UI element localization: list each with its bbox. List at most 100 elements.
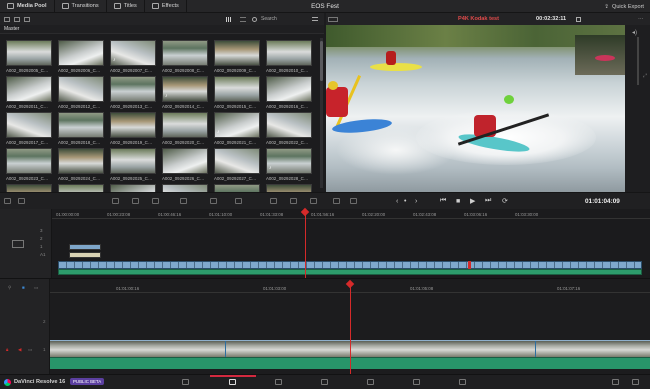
zoom-icon[interactable]: ▭: [34, 285, 38, 291]
list-view-icon[interactable]: [240, 16, 246, 22]
clip-thumbnail[interactable]: A002_09292009_C…: [214, 40, 260, 75]
grid-view-icon[interactable]: [226, 16, 232, 22]
clip-thumbnail[interactable]: A002_09292015_C…: [214, 76, 260, 111]
clip-thumbnail[interactable]: A002_09292026_C…: [162, 148, 208, 183]
play-icon[interactable]: ▶: [470, 197, 475, 205]
video-track-strip[interactable]: [58, 261, 642, 269]
layout-icon[interactable]: [4, 198, 11, 204]
cut-page-icon[interactable]: [229, 379, 236, 385]
options-menu-icon[interactable]: [312, 17, 318, 21]
clip-thumbnail[interactable]: ♪ A002_09292021_C…: [214, 112, 260, 147]
clip-thumbnail[interactable]: A002_09292027_C…: [214, 148, 260, 183]
quick-export-button[interactable]: ⇪ Quick Export: [604, 0, 644, 13]
clip-thumbnail[interactable]: ♪ A002_09292014_C…: [162, 76, 208, 111]
tool-icon[interactable]: [112, 198, 119, 204]
clip-thumbnail[interactable]: A002_09292033_C…: [214, 184, 260, 192]
folder-icon[interactable]: [24, 16, 30, 22]
timeline-clip[interactable]: [69, 244, 101, 250]
clip-thumbnail[interactable]: A002_09292016_C…: [266, 76, 312, 111]
clip-edit-point[interactable]: [225, 341, 226, 358]
lock-icon[interactable]: 🔒︎: [6, 347, 8, 352]
clip-thumbnail[interactable]: ♪ A002_09292028_C…: [266, 148, 312, 183]
media-pool-button[interactable]: Media Pool: [0, 0, 55, 13]
import-icon[interactable]: [14, 16, 20, 22]
marker-dot-icon[interactable]: •: [404, 198, 406, 205]
clip-thumbnail[interactable]: A002_09292032_C…: [162, 184, 208, 192]
audio-meter-panel: ◂) ⤢: [625, 25, 650, 192]
clip-thumbnail[interactable]: A002_09292030_C…: [58, 184, 104, 192]
tool-icon[interactable]: [210, 198, 217, 204]
clip-thumbnail[interactable]: A002_09292020_C…: [162, 112, 208, 147]
media-page-icon[interactable]: [182, 379, 189, 385]
snap-icon[interactable]: ■: [22, 285, 25, 290]
media-pool-scrollbar[interactable]: [320, 38, 323, 188]
clip-thumbnail[interactable]: A002_09292011_C…: [6, 76, 52, 111]
transitions-button[interactable]: Transitions: [55, 0, 107, 13]
tool-icon[interactable]: [180, 198, 187, 204]
tool-icon[interactable]: [132, 198, 139, 204]
viewer-options-icon[interactable]: [576, 16, 581, 22]
prev-marker-icon[interactable]: ‹: [396, 198, 398, 205]
fullscreen-icon[interactable]: ⤢: [643, 73, 647, 79]
upper-ruler[interactable]: 01:00:00:00 01:00:23:08 01:00:46:16 01:01:1…: [52, 209, 650, 219]
clip-thumbnail[interactable]: A002_09292012_C…: [58, 76, 104, 111]
home-icon[interactable]: [612, 379, 619, 385]
edit-page-icon[interactable]: [275, 379, 282, 385]
clip-thumbnail[interactable]: A002_09292018_C…: [58, 112, 104, 147]
trim-icon[interactable]: [333, 198, 340, 204]
clip-thumbnail[interactable]: A002_09292010_C…: [266, 40, 312, 75]
color-page-icon[interactable]: [367, 379, 374, 385]
dynamic-zoom-icon[interactable]: [350, 198, 357, 204]
loop-icon[interactable]: ⟳: [502, 197, 508, 205]
clip-thumbnail[interactable]: A002_09292008_C…: [162, 40, 208, 75]
more-options-icon[interactable]: ···: [638, 16, 644, 22]
viewer-mode-icon[interactable]: [328, 16, 338, 22]
stop-icon[interactable]: ■: [456, 198, 460, 205]
overwrite-icon[interactable]: [290, 198, 297, 204]
track-monitor-icon[interactable]: ▭: [28, 347, 32, 353]
marker[interactable]: [468, 261, 471, 269]
audio-mute-icon[interactable]: ◀: [18, 347, 21, 353]
tool-icon[interactable]: [152, 198, 159, 204]
search-icon[interactable]: [252, 16, 257, 22]
skip-back-icon[interactable]: ⏮: [440, 197, 446, 205]
clip-thumbnail[interactable]: A002_09292006_C…: [58, 40, 104, 75]
timeline-clip[interactable]: [69, 252, 101, 258]
playhead[interactable]: [350, 284, 351, 374]
volume-icon[interactable]: ◂): [632, 29, 637, 36]
clip-thumbnail[interactable]: A002_09292034_C…: [266, 184, 312, 192]
insert-icon[interactable]: [270, 198, 277, 204]
search-label[interactable]: Search: [261, 16, 277, 22]
bin-label[interactable]: Master: [0, 25, 324, 34]
settings-icon[interactable]: [632, 379, 639, 385]
clip-thumbnail[interactable]: ♪ A002_09292007_C…: [110, 40, 156, 75]
audio-track-strip[interactable]: [58, 269, 642, 275]
clip-thumbnail[interactable]: A002_09292019_C…: [110, 112, 156, 147]
panel-toggle-icon[interactable]: [4, 16, 10, 22]
volume-slider[interactable]: [637, 37, 639, 85]
clip-thumbnail[interactable]: A002_09292013_C…: [110, 76, 156, 111]
clip-thumbnail[interactable]: A002_09292022_C…: [266, 112, 312, 147]
titles-button[interactable]: Titles: [107, 0, 145, 13]
deliver-page-icon[interactable]: [459, 379, 466, 385]
clip-thumbnail[interactable]: A002_09292029_C…: [6, 184, 52, 192]
clip-thumbnail[interactable]: A002_09292005_C…: [6, 40, 52, 75]
clip-thumbnail[interactable]: A002_09292023_C…: [6, 148, 52, 183]
clip-thumbnail[interactable]: A002_09292031_C…: [110, 184, 156, 192]
clip-thumbnail[interactable]: A002_09292024_C…: [58, 148, 104, 183]
link-icon[interactable]: ⚲: [8, 285, 11, 291]
skip-forward-icon[interactable]: ⏭: [485, 197, 491, 205]
timeline-monitor-icon[interactable]: [12, 240, 24, 248]
playhead[interactable]: [305, 212, 306, 278]
video-viewer[interactable]: [326, 25, 625, 192]
clip-thumbnail[interactable]: A002_09292025_C…: [110, 148, 156, 183]
next-marker-icon[interactable]: ›: [415, 198, 417, 205]
replace-icon[interactable]: [310, 198, 317, 204]
effects-button[interactable]: Effects: [145, 0, 187, 13]
tool-icon[interactable]: [235, 198, 242, 204]
fairlight-page-icon[interactable]: [413, 379, 420, 385]
layout-icon[interactable]: [18, 198, 25, 204]
fusion-page-icon[interactable]: [321, 379, 328, 385]
clip-thumbnail[interactable]: A002_09292017_C…: [6, 112, 52, 147]
clip-edit-point[interactable]: [535, 341, 536, 358]
